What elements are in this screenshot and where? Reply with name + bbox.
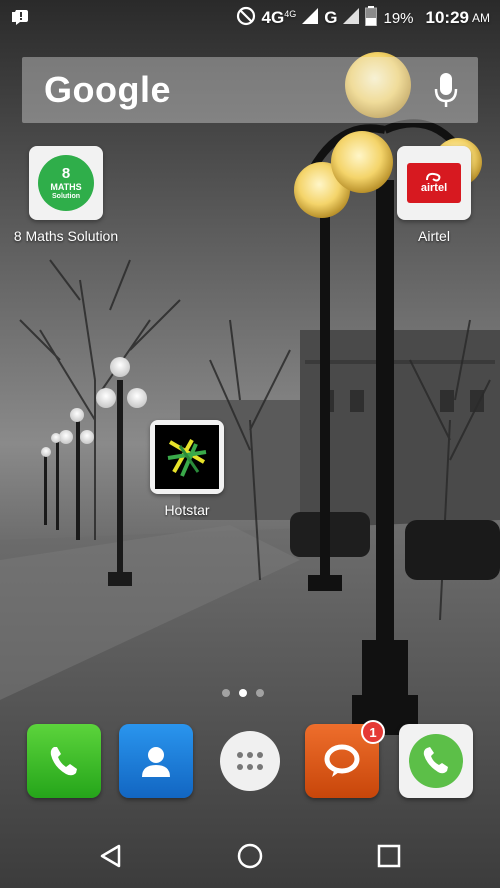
- navigation-bar: [0, 820, 500, 888]
- page-dot[interactable]: [256, 689, 264, 697]
- contacts-icon: [142, 747, 170, 777]
- hotstar-star-icon: [167, 439, 207, 477]
- maths-icon-text: MATHS: [50, 182, 82, 192]
- recents-icon: [377, 844, 401, 868]
- clock-time: 10:29: [425, 8, 469, 27]
- maths-icon-number: 8: [61, 165, 71, 182]
- home-button[interactable]: [232, 838, 268, 874]
- recents-button[interactable]: [371, 838, 407, 874]
- phone-icon: [50, 747, 77, 776]
- google-search-bar[interactable]: Google: [22, 57, 478, 123]
- call-icon: [409, 734, 463, 788]
- maths-icon-subtext: Solution: [52, 193, 80, 200]
- battery-percent: 19%: [383, 9, 414, 27]
- network-g-label: G: [324, 8, 338, 27]
- signal-icon: [302, 7, 319, 29]
- dnd-icon: [236, 6, 256, 31]
- app-hotstar[interactable]: Hotstar: [149, 420, 225, 518]
- app-8-maths-solution[interactable]: 8 MATHS Solution 8 Maths Solution: [14, 146, 118, 244]
- app-airtel[interactable]: airtel Airtel: [394, 146, 474, 244]
- notification-badge: 1: [361, 720, 385, 744]
- page-dot[interactable]: [222, 689, 230, 697]
- page-indicator: [222, 689, 264, 697]
- clock-ampm: AM: [472, 11, 490, 25]
- messages-icon: [324, 744, 360, 777]
- back-button[interactable]: [93, 838, 129, 874]
- dock-call-app[interactable]: [399, 724, 473, 798]
- status-bar: 4G 4G G 19% 10:29 AM: [0, 0, 500, 36]
- back-icon: [100, 844, 121, 868]
- mic-icon[interactable]: [434, 71, 458, 114]
- dock-contacts-app[interactable]: [119, 724, 193, 798]
- app-label: Airtel: [418, 228, 450, 244]
- dock-messages-app[interactable]: 1: [305, 720, 385, 798]
- home-icon: [237, 843, 263, 869]
- google-logo-text: Google: [44, 69, 171, 110]
- airtel-icon-text: airtel: [420, 182, 448, 194]
- airtel-swirl-icon: [426, 172, 441, 182]
- maths-app-icon: 8 MATHS Solution: [29, 146, 103, 220]
- page-dot-active[interactable]: [239, 689, 247, 697]
- dock: 1: [0, 720, 500, 802]
- dock-app-drawer[interactable]: [213, 724, 287, 798]
- dock-phone-app[interactable]: [27, 724, 101, 798]
- hotstar-app-icon: [150, 420, 224, 494]
- signal-icon-2: [343, 7, 360, 29]
- app-drawer-icon: [220, 731, 280, 791]
- app-label: Hotstar: [164, 502, 210, 518]
- app-label: 8 Maths Solution: [13, 228, 119, 244]
- notification-icon: [10, 7, 30, 32]
- airtel-app-icon: airtel: [397, 146, 471, 220]
- network-4g-label: 4G: [261, 8, 285, 27]
- network-4g-superscript: 4G: [284, 9, 297, 19]
- battery-icon: [365, 5, 378, 31]
